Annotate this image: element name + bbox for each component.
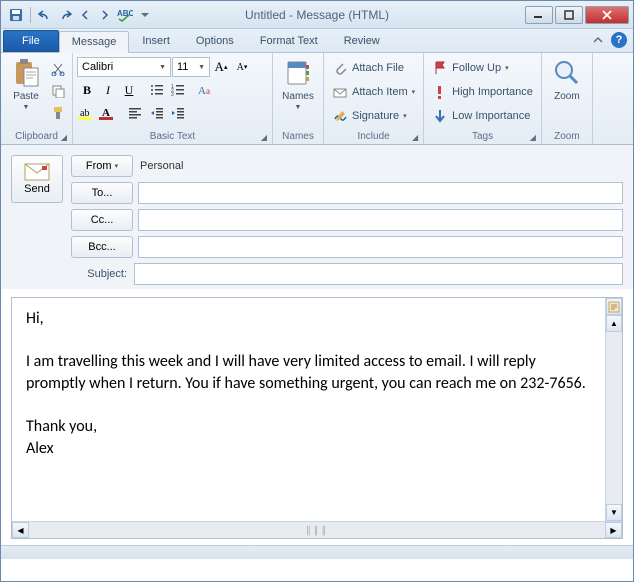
shrink-font-button[interactable]: A▾: [232, 57, 252, 77]
chevron-down-icon: ▼: [23, 104, 30, 111]
undo-icon[interactable]: [36, 6, 54, 24]
next-icon[interactable]: [96, 6, 114, 24]
scroll-down-icon[interactable]: ▼: [606, 504, 622, 521]
chevron-down-icon: ▼: [295, 104, 302, 111]
minimize-ribbon-icon[interactable]: [589, 31, 607, 49]
tab-message[interactable]: Message: [59, 31, 130, 53]
options-icon[interactable]: [606, 298, 622, 315]
spelling-icon[interactable]: ABC: [116, 6, 134, 24]
svg-text:A: A: [198, 85, 206, 97]
tags-launcher-icon[interactable]: ◢: [530, 133, 536, 142]
group-basic-text: Calibri▼ 11▼ A▴ A▾ B I U 123 Aa ab: [73, 53, 273, 144]
attach-file-button[interactable]: Attach File: [328, 57, 419, 79]
ribbon-tabs: File Message Insert Options Format Text …: [1, 29, 633, 53]
tab-review[interactable]: Review: [331, 30, 393, 52]
cut-button[interactable]: [48, 59, 68, 79]
message-body[interactable]: Hi, I am travelling this week and I will…: [12, 298, 605, 521]
flag-icon: [432, 60, 448, 76]
tab-options[interactable]: Options: [183, 30, 247, 52]
increase-indent-button[interactable]: [168, 103, 188, 123]
to-button[interactable]: To...: [71, 182, 133, 204]
attach-item-button[interactable]: Attach Item▾: [328, 81, 419, 103]
font-size-select[interactable]: 11▼: [172, 57, 210, 77]
signature-icon: [332, 108, 348, 124]
group-names: Names ▼ Names: [273, 53, 324, 144]
cc-input[interactable]: [138, 209, 623, 231]
scroll-left-icon[interactable]: ◀: [12, 522, 29, 538]
exclamation-icon: [432, 84, 448, 100]
tab-insert[interactable]: Insert: [129, 30, 183, 52]
copy-button[interactable]: [48, 81, 68, 101]
bcc-input[interactable]: [138, 236, 623, 258]
names-button[interactable]: Names ▼: [277, 55, 319, 113]
maximize-button[interactable]: [555, 6, 583, 24]
save-icon[interactable]: [7, 6, 25, 24]
title-bar: ABC Untitled - Message (HTML): [1, 1, 633, 29]
minimize-button[interactable]: [525, 6, 553, 24]
redo-icon[interactable]: [56, 6, 74, 24]
paste-icon: [10, 57, 42, 89]
quick-access-toolbar: ABC: [1, 6, 154, 24]
align-left-button[interactable]: [126, 103, 146, 123]
tab-file[interactable]: File: [3, 30, 59, 52]
window-title: Untitled - Message (HTML): [245, 8, 389, 22]
numbering-button[interactable]: 123: [168, 80, 188, 100]
message-body-container: Hi, I am travelling this week and I will…: [11, 297, 623, 539]
svg-text:3: 3: [171, 92, 174, 96]
highlight-button[interactable]: ab: [77, 103, 97, 123]
group-clipboard: Paste ▼ Clipboard◢: [1, 53, 73, 144]
underline-button[interactable]: U: [119, 80, 139, 100]
bullets-button[interactable]: [147, 80, 167, 100]
high-importance-button[interactable]: High Importance: [428, 81, 537, 103]
zoom-button[interactable]: Zoom: [546, 55, 588, 104]
subject-input[interactable]: [134, 263, 623, 285]
address-book-icon: [282, 57, 314, 89]
include-launcher-icon[interactable]: ◢: [412, 133, 418, 142]
format-painter-button[interactable]: [48, 103, 68, 123]
clipboard-launcher-icon[interactable]: ◢: [61, 133, 67, 142]
follow-up-button[interactable]: Follow Up▾: [428, 57, 537, 79]
attach-item-icon: [332, 84, 348, 100]
grow-font-button[interactable]: A▴: [211, 57, 231, 77]
paperclip-icon: [332, 60, 348, 76]
scroll-right-icon[interactable]: ▶: [605, 522, 622, 538]
signature-button[interactable]: Signature▾: [328, 105, 419, 127]
decrease-indent-button[interactable]: [147, 103, 167, 123]
down-arrow-icon: [432, 108, 448, 124]
status-strip: [1, 545, 633, 559]
cc-button[interactable]: Cc...: [71, 209, 133, 231]
scroll-up-icon[interactable]: ▲: [606, 315, 622, 332]
group-zoom: Zoom Zoom: [542, 53, 593, 144]
basictext-launcher-icon[interactable]: ◢: [261, 133, 267, 142]
bold-button[interactable]: B: [77, 80, 97, 100]
low-importance-button[interactable]: Low Importance: [428, 105, 537, 127]
previous-icon[interactable]: [76, 6, 94, 24]
svg-text:a: a: [206, 86, 210, 96]
send-button[interactable]: Send: [11, 155, 63, 203]
help-icon[interactable]: ?: [611, 32, 627, 48]
horizontal-scrollbar[interactable]: ◀ ║║║ ▶: [12, 521, 622, 538]
ribbon: Paste ▼ Clipboard◢ Calibri▼ 11▼ A▴ A▾: [1, 53, 633, 145]
paste-button[interactable]: Paste ▼: [5, 55, 47, 113]
tab-format-text[interactable]: Format Text: [247, 30, 331, 52]
subject-label: Subject:: [11, 268, 129, 280]
compose-header: Send From▾ Personal To... Cc... Bcc... S…: [1, 145, 633, 289]
from-button[interactable]: From▾: [71, 155, 133, 177]
to-input[interactable]: [138, 182, 623, 204]
group-include: Attach File Attach Item▾ Signature▾ Incl…: [324, 53, 424, 144]
envelope-icon: [24, 163, 50, 181]
bcc-button[interactable]: Bcc...: [71, 236, 133, 258]
clear-formatting-button[interactable]: Aa: [196, 80, 216, 100]
magnifier-icon: [551, 57, 583, 89]
svg-text:ABC: ABC: [117, 9, 133, 18]
font-color-button[interactable]: A: [98, 103, 118, 123]
vertical-scrollbar[interactable]: ▲ ▼: [605, 298, 622, 521]
from-value: Personal: [138, 160, 183, 172]
qat-customize-icon[interactable]: [136, 6, 154, 24]
italic-button[interactable]: I: [98, 80, 118, 100]
group-tags: Follow Up▾ High Importance Low Importanc…: [424, 53, 542, 144]
font-family-select[interactable]: Calibri▼: [77, 57, 171, 77]
close-button[interactable]: [585, 6, 629, 24]
